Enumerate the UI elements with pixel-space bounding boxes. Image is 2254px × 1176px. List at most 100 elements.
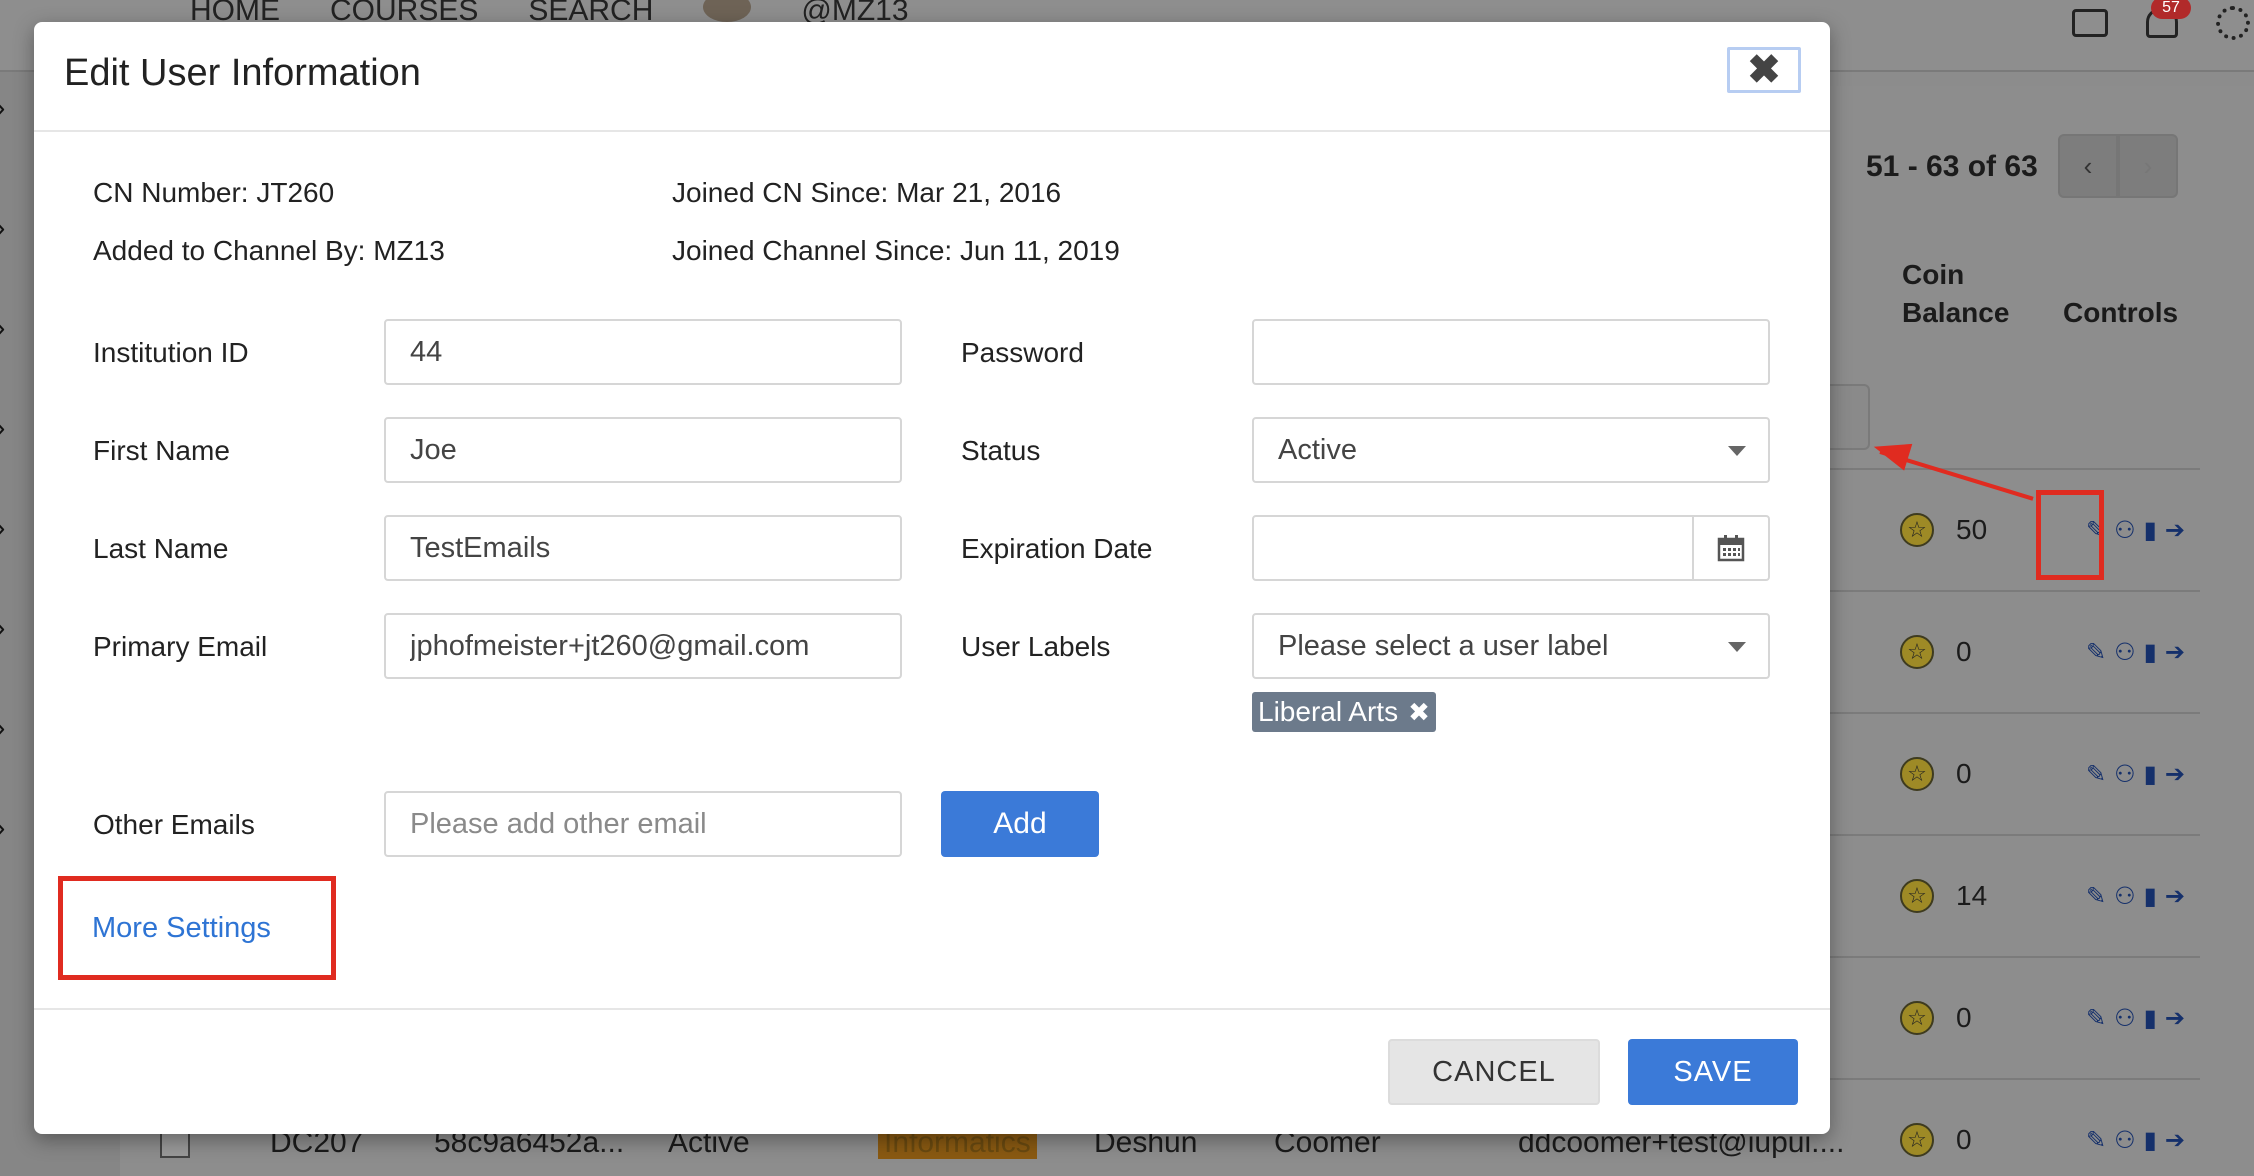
prev-page-button[interactable]: ‹ (2058, 134, 2118, 198)
first-name-input[interactable] (384, 417, 902, 483)
star-icon: ☆ (1900, 1123, 1934, 1157)
last-name-input[interactable] (384, 515, 902, 581)
status-value: Active (1278, 433, 1357, 466)
close-button[interactable]: ✖ (1727, 47, 1801, 93)
first-name-label: First Name (93, 435, 230, 466)
pager-text: 51 - 63 of 63 (1866, 150, 2038, 183)
bell-icon[interactable]: 57 (2146, 0, 2191, 38)
expiration-date-field (1252, 515, 1770, 581)
avatar[interactable] (703, 0, 752, 22)
remove-label-icon[interactable]: ✖ (1408, 697, 1430, 728)
edit-icon[interactable]: ✎ (2086, 1004, 2106, 1033)
binoculars-icon[interactable]: ⚇ (2114, 1126, 2136, 1155)
trash-icon[interactable]: ▮ (2144, 760, 2157, 789)
pager-buttons: ‹ › (2058, 134, 2178, 198)
edit-icon[interactable]: ✎ (2086, 882, 2106, 911)
row-divider (1830, 468, 2200, 470)
star-icon: ☆ (1900, 513, 1934, 547)
row-divider (1830, 712, 2200, 714)
edit-icon[interactable]: ✎ (2086, 1126, 2106, 1155)
login-icon[interactable]: ➔ (2165, 638, 2185, 667)
caret-down-icon (1728, 446, 1746, 456)
filter-input[interactable] (1830, 384, 1870, 450)
expiration-date-label: Expiration Date (961, 533, 1153, 564)
login-icon[interactable]: ➔ (2165, 1004, 2185, 1033)
chevron-right-icon[interactable]: › (0, 312, 5, 344)
expiration-date-input[interactable] (1254, 517, 1690, 579)
row-divider (1830, 1078, 2200, 1080)
user-label-chip-text: Liberal Arts (1258, 696, 1399, 727)
star-icon: ☆ (1900, 757, 1934, 791)
password-input[interactable] (1252, 319, 1770, 385)
modal-footer-divider (34, 1008, 1830, 1010)
coin-balance: 0 (1956, 758, 1972, 789)
edit-icon[interactable]: ✎ (2086, 760, 2106, 789)
login-icon[interactable]: ➔ (2165, 760, 2185, 789)
table-row: ☆ 0 ✎ ⚇ ▮ ➔ (1900, 1001, 2185, 1035)
save-button[interactable]: SAVE (1628, 1039, 1798, 1105)
login-icon[interactable]: ➔ (2165, 882, 2185, 911)
trash-icon[interactable]: ▮ (2144, 1126, 2157, 1155)
trash-icon[interactable]: ▮ (2144, 638, 2157, 667)
login-icon[interactable]: ➔ (2165, 1126, 2185, 1155)
cancel-button[interactable]: CANCEL (1388, 1039, 1600, 1105)
trash-icon[interactable]: ▮ (2144, 1004, 2157, 1033)
binoculars-icon[interactable]: ⚇ (2114, 516, 2136, 545)
gear-icon[interactable] (2216, 6, 2250, 40)
mail-icon[interactable] (2072, 9, 2108, 37)
primary-email-label: Primary Email (93, 631, 268, 662)
add-email-button[interactable]: Add (941, 791, 1099, 857)
chevron-right-icon[interactable]: › (0, 212, 5, 244)
other-emails-label: Other Emails (93, 809, 255, 840)
joined-channel: Joined Channel Since: Jun 11, 2019 (672, 235, 1120, 266)
user-labels-label: User Labels (961, 631, 1111, 662)
login-icon[interactable]: ➔ (2165, 516, 2185, 545)
binoculars-icon[interactable]: ⚇ (2114, 1004, 2136, 1033)
institution-id-input[interactable] (384, 319, 902, 385)
edit-user-modal: Edit User Information ✖ CN Number: JT260… (34, 22, 1830, 1134)
password-label: Password (961, 337, 1084, 368)
star-icon: ☆ (1900, 635, 1934, 669)
coin-balance: 0 (1956, 1124, 1972, 1155)
cn-number: CN Number: JT260 (93, 177, 335, 208)
table-row: ☆ 0 ✎ ⚇ ▮ ➔ (1900, 635, 2185, 669)
coin-balance: 50 (1956, 514, 1988, 545)
user-labels-placeholder: Please select a user label (1278, 629, 1609, 662)
calendar-button[interactable] (1692, 517, 1768, 579)
trash-icon[interactable]: ▮ (2144, 516, 2157, 545)
last-name-label: Last Name (93, 533, 229, 564)
user-label-chip: Liberal Arts ✖ (1252, 692, 1436, 732)
joined-cn: Joined CN Since: Mar 21, 2016 (672, 177, 1062, 208)
binoculars-icon[interactable]: ⚇ (2114, 638, 2136, 667)
star-icon: ☆ (1900, 879, 1934, 913)
chevron-right-icon[interactable]: › (0, 512, 5, 544)
next-page-button[interactable]: › (2118, 134, 2178, 198)
chevron-right-icon[interactable]: › (0, 812, 5, 844)
table-row: ☆ 14 ✎ ⚇ ▮ ➔ (1900, 879, 2185, 913)
star-icon: ☆ (1900, 1001, 1934, 1035)
chevron-right-icon[interactable]: › (0, 92, 5, 124)
row-divider (1830, 590, 2200, 592)
caret-down-icon (1728, 642, 1746, 652)
trash-icon[interactable]: ▮ (2144, 882, 2157, 911)
status-label: Status (961, 435, 1041, 466)
edit-icon[interactable]: ✎ (2086, 638, 2106, 667)
row-divider (1830, 956, 2200, 958)
col-controls: Controls (2063, 297, 2179, 328)
primary-email-input[interactable] (384, 613, 902, 679)
institution-id-label: Institution ID (93, 337, 249, 368)
binoculars-icon[interactable]: ⚇ (2114, 882, 2136, 911)
chevron-right-icon[interactable]: › (0, 712, 5, 744)
modal-title: Edit User Information (64, 52, 421, 94)
notification-badge: 57 (2151, 0, 2191, 19)
status-select[interactable]: Active (1252, 417, 1770, 483)
coin-balance: 14 (1956, 880, 1988, 911)
user-labels-select[interactable]: Please select a user label (1252, 613, 1770, 679)
modal-header: Edit User Information ✖ (34, 22, 1830, 132)
binoculars-icon[interactable]: ⚇ (2114, 760, 2136, 789)
chevron-right-icon[interactable]: › (0, 612, 5, 644)
other-emails-input[interactable] (384, 791, 902, 857)
chevron-right-icon[interactable]: › (0, 412, 5, 444)
col-coin-balance[interactable]: Coin Balance (1902, 256, 2009, 332)
annotation-box-more-settings (58, 876, 336, 980)
